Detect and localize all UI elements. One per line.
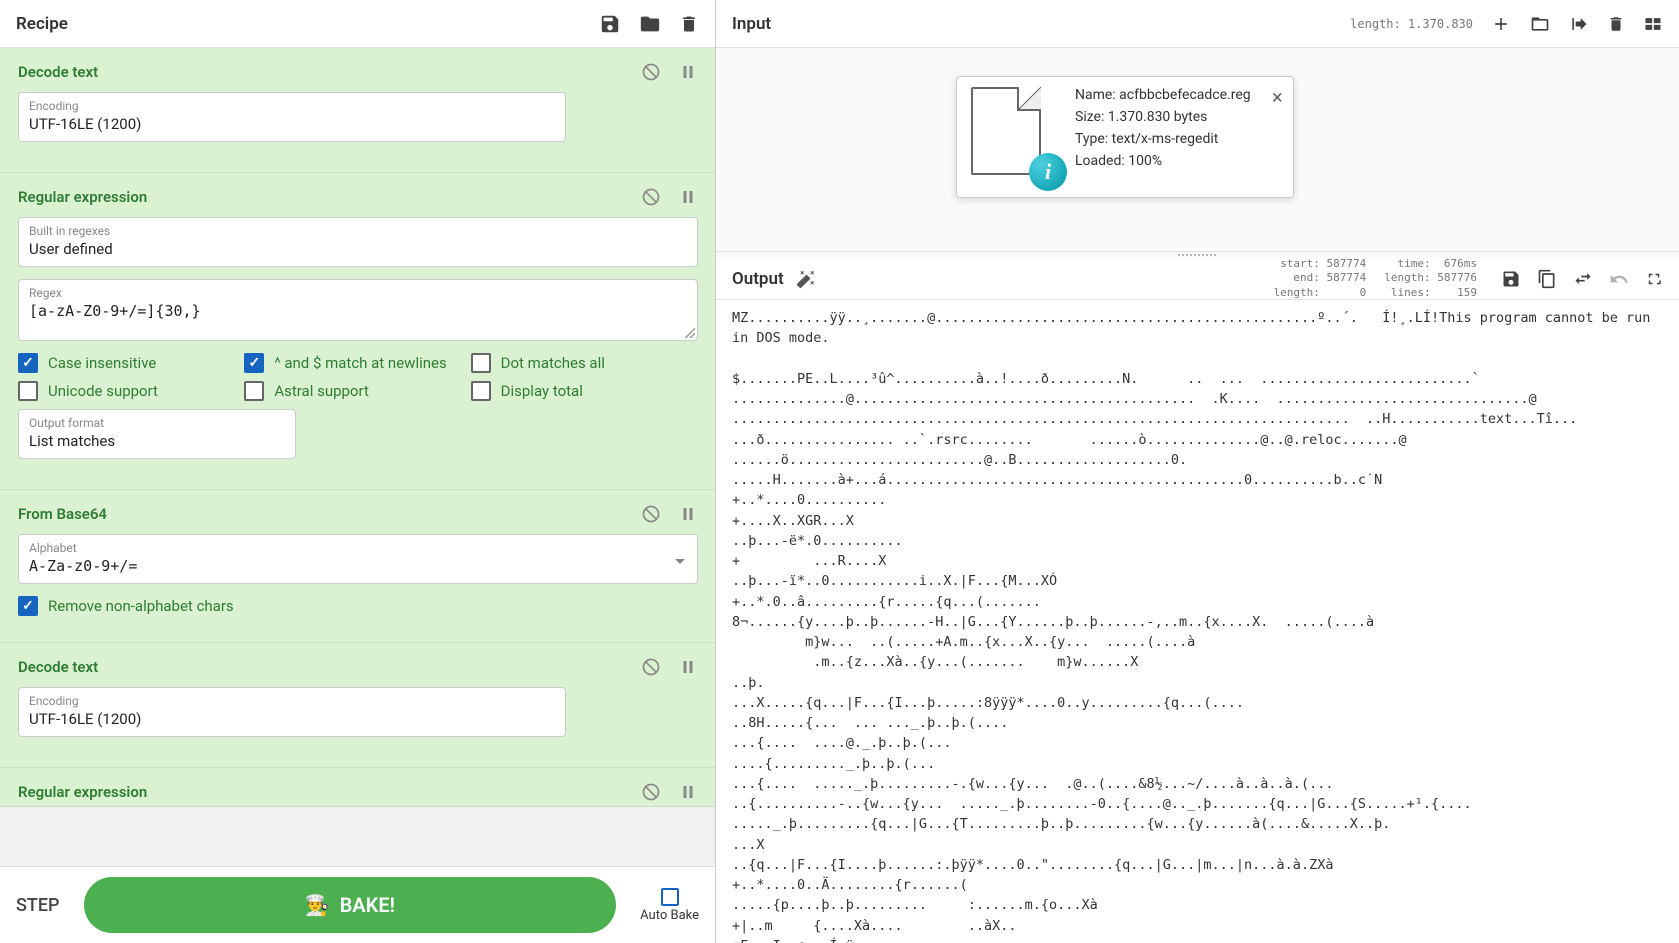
file-loaded: Loaded: 100% bbox=[1075, 153, 1251, 169]
undo-icon[interactable] bbox=[1609, 269, 1629, 289]
bake-button[interactable]: 👨‍🍳 BAKE! bbox=[84, 877, 617, 933]
clear-recipe-icon[interactable] bbox=[679, 13, 699, 35]
remove-nonalpha-checkbox[interactable]: Remove non-alphabet chars bbox=[18, 596, 234, 616]
op-title: Decode text bbox=[18, 658, 98, 676]
disable-op-icon[interactable] bbox=[641, 504, 661, 524]
input-header: Input length: 1.370.830 bbox=[716, 0, 1679, 48]
input-area[interactable]: i Name: acfbbcbefecadce.reg Size: 1.370.… bbox=[716, 48, 1679, 252]
output-format-field[interactable]: Output format List matches bbox=[18, 409, 296, 459]
input-title: Input bbox=[732, 14, 771, 34]
save-output-icon[interactable] bbox=[1501, 269, 1521, 289]
unicode-checkbox[interactable]: Unicode support bbox=[18, 381, 244, 401]
pause-op-icon[interactable] bbox=[679, 782, 697, 802]
encoding-field[interactable]: Encoding UTF-16LE (1200) bbox=[18, 92, 566, 142]
recipe-title: Recipe bbox=[16, 14, 68, 34]
copy-output-icon[interactable] bbox=[1537, 269, 1557, 289]
pause-op-icon[interactable] bbox=[679, 657, 697, 677]
autobake-toggle[interactable]: Auto Bake bbox=[640, 888, 699, 923]
output-title: Output bbox=[732, 269, 784, 289]
step-button[interactable]: STEP bbox=[16, 895, 60, 916]
replace-input-icon[interactable] bbox=[1573, 269, 1593, 289]
file-type: Type: text/x-ms-regedit bbox=[1075, 131, 1251, 147]
display-total-checkbox[interactable]: Display total bbox=[471, 381, 697, 401]
case-insensitive-checkbox[interactable]: Case insensitive bbox=[18, 353, 244, 373]
disable-op-icon[interactable] bbox=[641, 657, 661, 677]
disable-op-icon[interactable] bbox=[641, 782, 661, 802]
op-title: Regular expression bbox=[18, 188, 147, 206]
op-title: From Base64 bbox=[18, 505, 107, 523]
op-title: Decode text bbox=[18, 63, 98, 81]
output-text[interactable]: MZ..........ÿÿ..¸.......@...............… bbox=[716, 300, 1679, 943]
op-decode-text-2: Decode text Encoding UTF-16LE (1200) bbox=[0, 643, 715, 768]
builtin-regex-field[interactable]: Built in regexes User defined bbox=[18, 217, 698, 267]
op-from-base64: From Base64 Alphabet A-Za-z0-9+/= Remove… bbox=[0, 490, 715, 643]
output-header: Output start: 587774 end: 587774 length:… bbox=[716, 258, 1679, 300]
autobake-checkbox[interactable] bbox=[661, 888, 679, 906]
clear-input-icon[interactable] bbox=[1607, 14, 1625, 34]
file-icon: i bbox=[971, 87, 1061, 187]
maximise-icon[interactable] bbox=[1645, 270, 1663, 288]
pause-op-icon[interactable] bbox=[679, 504, 697, 524]
pause-op-icon[interactable] bbox=[679, 62, 697, 82]
op-decode-text-1: Decode text Encoding UTF-16LE (1200) bbox=[0, 48, 715, 173]
save-recipe-icon[interactable] bbox=[599, 13, 621, 35]
recipe-footer: STEP 👨‍🍳 BAKE! Auto Bake bbox=[0, 866, 715, 943]
info-badge-icon: i bbox=[1029, 153, 1067, 191]
disable-op-icon[interactable] bbox=[641, 187, 661, 207]
open-folder-icon[interactable] bbox=[1529, 14, 1551, 34]
op-title: Regular expression bbox=[18, 783, 147, 801]
chef-icon: 👨‍🍳 bbox=[305, 893, 330, 917]
file-size: Size: 1.370.830 bytes bbox=[1075, 109, 1251, 125]
load-recipe-icon[interactable] bbox=[639, 13, 661, 35]
alphabet-field[interactable]: Alphabet A-Za-z0-9+/= bbox=[18, 534, 698, 584]
astral-checkbox[interactable]: Astral support bbox=[244, 381, 470, 401]
open-file-icon[interactable] bbox=[1569, 14, 1589, 34]
regex-field[interactable]: Regex [a-zA-Z0-9+/=]{30,} bbox=[18, 279, 698, 341]
recipe-header: Recipe bbox=[0, 0, 715, 48]
disable-op-icon[interactable] bbox=[641, 62, 661, 82]
newlines-checkbox[interactable]: ^ and $ match at newlines bbox=[244, 353, 470, 373]
output-stats-right: time: 676ms length: 587776 lines: 159 bbox=[1384, 257, 1477, 300]
op-regex: Regular expression Built in regexes User… bbox=[0, 173, 715, 490]
dot-matches-checkbox[interactable]: Dot matches all bbox=[471, 353, 697, 373]
close-icon[interactable]: × bbox=[1272, 85, 1283, 109]
encoding-field[interactable]: Encoding UTF-16LE (1200) bbox=[18, 687, 566, 737]
recipe-list: Decode text Encoding UTF-16LE (1200) Reg… bbox=[0, 48, 715, 866]
output-stats-left: start: 587774 end: 587774 length: 0 bbox=[1274, 257, 1367, 300]
magic-icon[interactable] bbox=[796, 269, 816, 289]
file-info-popup: i Name: acfbbcbefecadce.reg Size: 1.370.… bbox=[956, 76, 1294, 198]
pause-op-icon[interactable] bbox=[679, 187, 697, 207]
input-length: length: 1.370.830 bbox=[1350, 17, 1473, 31]
op-regex-2: Regular expression bbox=[0, 768, 715, 807]
reset-layout-icon[interactable] bbox=[1643, 14, 1663, 34]
file-name: Name: acfbbcbefecadce.reg bbox=[1075, 87, 1251, 103]
add-input-icon[interactable] bbox=[1491, 14, 1511, 34]
